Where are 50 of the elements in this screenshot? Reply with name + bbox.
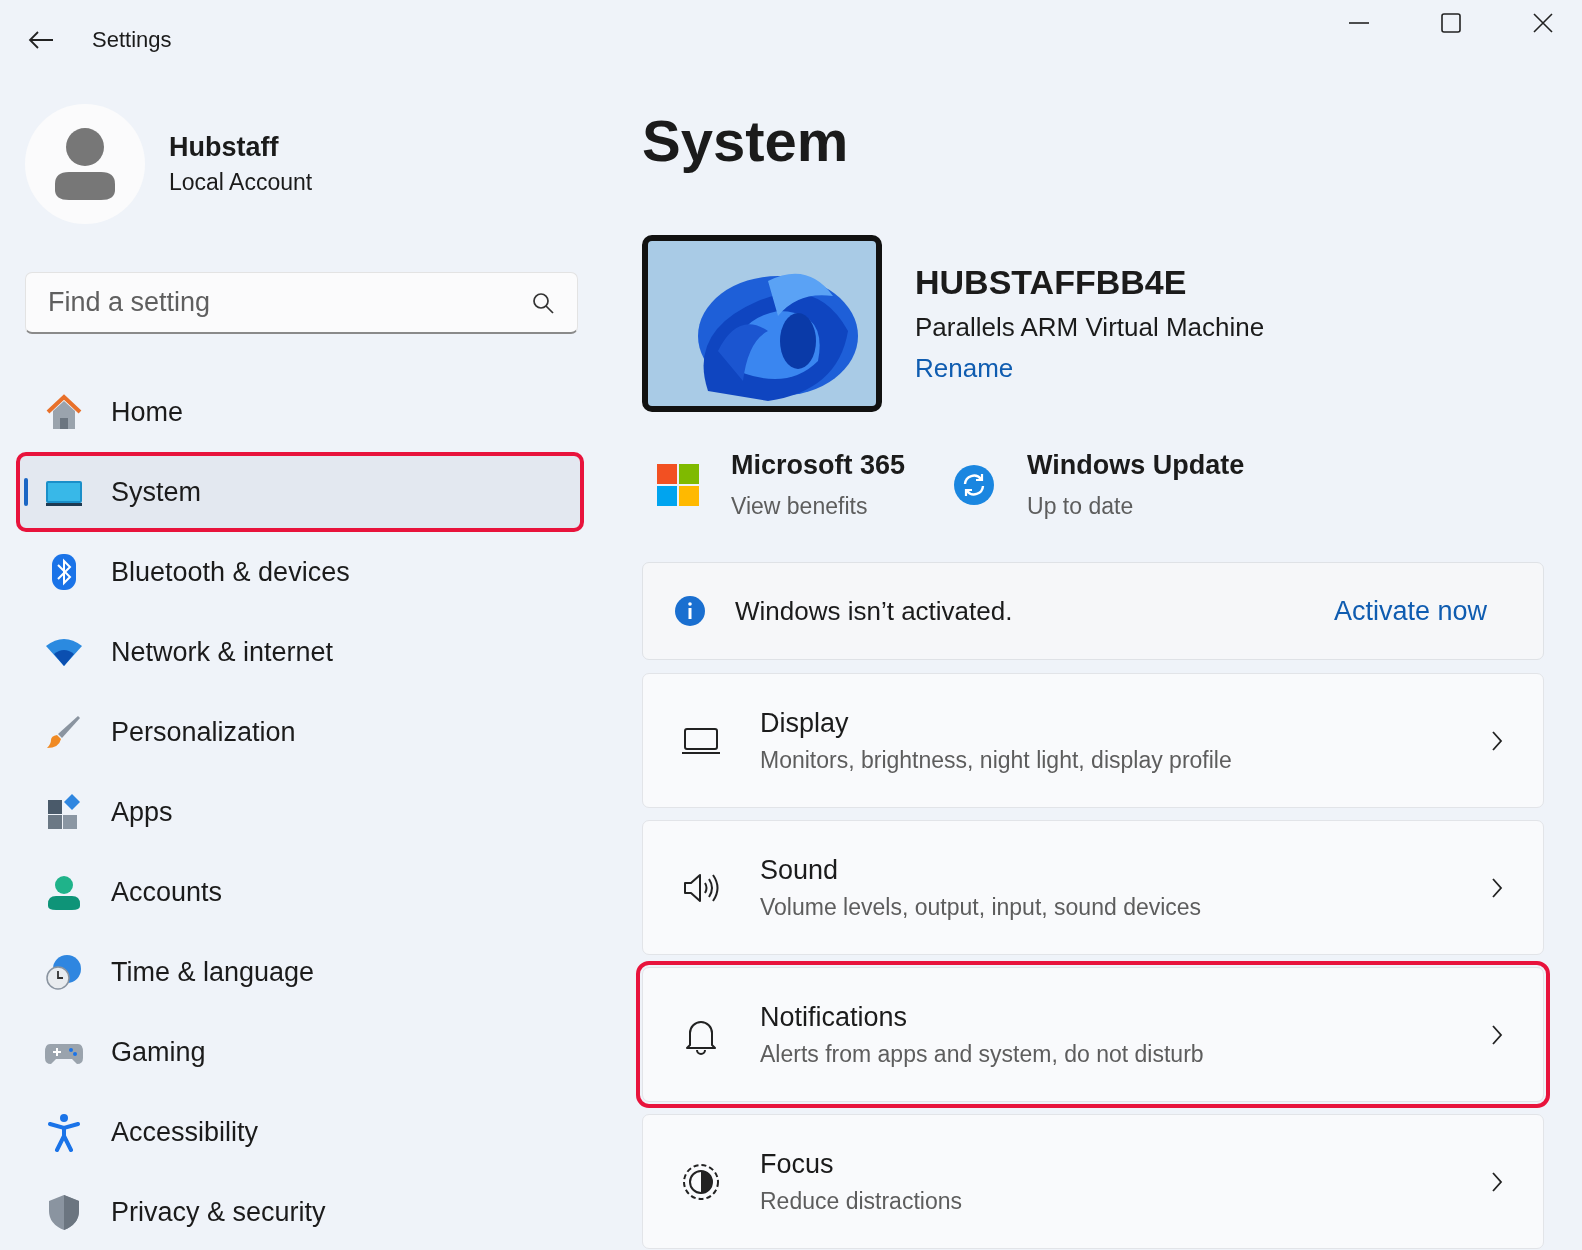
nav-item[interactable]: Accounts <box>20 856 580 928</box>
activate-link[interactable]: Activate now <box>1333 595 1487 627</box>
device-name: HUBSTAFFBB4E <box>915 263 1188 302</box>
home-icon <box>44 392 84 432</box>
quick-link[interactable]: Windows Update <box>1027 450 1245 481</box>
chevron-icon <box>1491 1170 1503 1193</box>
card-title: Notifications <box>760 1001 909 1033</box>
quick-link[interactable]: Microsoft 365 <box>731 450 906 481</box>
search-icon[interactable] <box>532 292 554 314</box>
chevron-icon <box>1491 1023 1503 1046</box>
card-description: Alerts from apps and system, do not disturb <box>760 1040 1205 1068</box>
microsoft-logo-icon <box>657 464 699 506</box>
account-type: Local Account <box>169 169 313 196</box>
card-title: Focus <box>760 1148 835 1180</box>
info-icon <box>675 596 705 626</box>
activation-message: Windows isn’t activated. <box>735 595 1013 627</box>
quick-link-status: View benefits <box>731 493 869 520</box>
quick-link-status: Up to date <box>1027 493 1135 520</box>
device-model: Parallels ARM Virtual Machine <box>915 312 1265 343</box>
nav-item[interactable]: Accessibility <box>20 1096 580 1168</box>
chevron-icon <box>1491 876 1503 899</box>
nav-item[interactable]: Apps <box>20 776 580 848</box>
nav-item[interactable]: Time & language <box>20 936 580 1008</box>
nav-item[interactable]: Gaming <box>20 1016 580 1088</box>
time-icon <box>44 952 84 992</box>
nav-item[interactable]: Home <box>20 376 580 448</box>
settings-card[interactable]: Sound Volume levels, output, input, sound devices <box>642 820 1544 955</box>
nav-item[interactable]: Personalization <box>20 696 580 768</box>
nav-item[interactable]: Network & internet <box>20 616 580 688</box>
nav-item[interactable]: Privacy & security <box>20 1176 580 1248</box>
search-field[interactable]: Find a setting <box>25 272 578 334</box>
card-description: Volume levels, output, input, sound devices <box>760 893 1203 921</box>
card-title: Sound <box>760 854 840 886</box>
close-icon[interactable] <box>1532 12 1554 34</box>
sync-icon <box>953 464 996 506</box>
card-description: Monitors, brightness, night light, display profile <box>760 746 1233 774</box>
rename-link[interactable]: Rename <box>915 353 1265 384</box>
focus-icon <box>681 1161 721 1202</box>
chevron-icon <box>1491 729 1503 752</box>
window-title: Settings <box>92 27 172 53</box>
settings-card[interactable]: Display Monitors, brightness, night light, display profile <box>642 673 1544 808</box>
maximize-icon[interactable] <box>1440 12 1462 34</box>
account-name: Hubstaff <box>169 132 280 163</box>
nav-item[interactable]: Bluetooth & devices <box>20 536 580 608</box>
page-title: System <box>642 107 850 175</box>
card-title: Display <box>760 707 850 739</box>
settings-card[interactable]: Focus Reduce distractions <box>642 1114 1544 1249</box>
card-description: Reduce distractions <box>760 1187 963 1215</box>
avatar-icon <box>25 104 145 224</box>
back-icon[interactable] <box>28 30 54 50</box>
